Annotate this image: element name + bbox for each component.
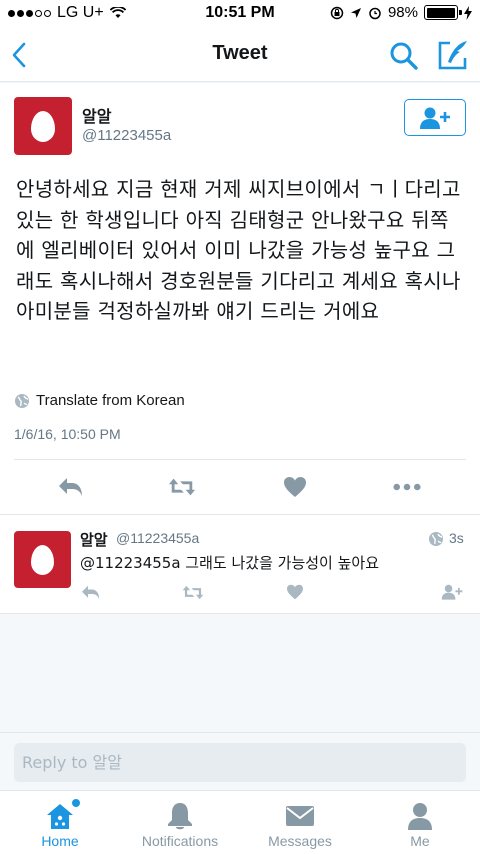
reply-icon — [82, 585, 100, 599]
avatar[interactable] — [14, 531, 71, 588]
reply-input[interactable] — [14, 743, 466, 782]
tweet-actions — [0, 460, 480, 514]
heart-icon — [287, 584, 303, 600]
display-name[interactable]: 알알 — [82, 103, 111, 127]
tweet-text: @11223455a 그래도 나갔을 가능성이 높아요 — [80, 554, 380, 572]
more-icon — [393, 483, 421, 491]
globe-icon — [429, 532, 443, 546]
location-icon — [350, 7, 361, 18]
tab-notifications[interactable]: Notifications — [130, 791, 230, 854]
globe-icon — [15, 393, 29, 408]
follow-button[interactable] — [404, 99, 466, 136]
envelope-icon — [284, 801, 316, 831]
reply-tweet[interactable]: 알알 @11223455a 3s @11223455a 그래도 나갔을 가능성이… — [0, 515, 480, 614]
tab-bar: Home Notifications Messages Me — [0, 790, 480, 854]
egg-icon — [31, 544, 54, 575]
egg-icon — [31, 110, 55, 142]
translate-link[interactable]: Translate from Korean — [14, 392, 185, 409]
tweet-text: 안녕하세요 지금 현재 거제 씨지브이에서 ㄱㅣ다리고 있는 한 학생입니다 아… — [16, 177, 461, 323]
retweet-icon — [168, 478, 196, 496]
nav-bar: Tweet — [0, 28, 480, 82]
user-handle[interactable]: @11223455a — [82, 127, 171, 144]
tab-home[interactable]: Home — [20, 791, 100, 854]
status-bar: LG U+ 10:51 PM 98% — [0, 0, 480, 28]
like-button[interactable] — [284, 583, 306, 601]
translate-label: Translate from Korean — [36, 392, 185, 409]
battery-icon — [424, 5, 462, 20]
avatar[interactable] — [14, 97, 72, 155]
tab-me[interactable]: Me — [380, 791, 460, 854]
retweet-button[interactable] — [168, 474, 196, 500]
bell-icon — [164, 801, 196, 831]
more-button[interactable] — [393, 474, 421, 500]
add-user-icon — [441, 584, 463, 600]
display-name[interactable]: 알알 — [80, 529, 108, 550]
charging-icon — [464, 5, 472, 20]
retweet-button[interactable] — [182, 583, 204, 601]
status-icons: 98% — [330, 4, 472, 21]
tab-label: Me — [410, 833, 430, 849]
alarm-icon — [369, 7, 381, 19]
person-icon — [404, 801, 436, 831]
search-icon — [390, 42, 418, 70]
compose-button[interactable] — [436, 38, 470, 72]
tweet-timestamp: 1/6/16, 10:50 PM — [14, 426, 121, 442]
heart-icon — [284, 477, 306, 497]
tab-label: Home — [41, 833, 79, 849]
search-button[interactable] — [388, 40, 420, 72]
tab-label: Messages — [268, 833, 332, 849]
main-tweet: 알알 @11223455a 안녕하세요 지금 현재 거제 씨지브이에서 ㄱㅣ다리… — [0, 83, 480, 514]
reply-button[interactable] — [80, 583, 102, 601]
battery-percent: 98% — [387, 4, 418, 21]
reply-icon — [59, 478, 82, 496]
tab-label: Notifications — [141, 833, 219, 849]
follow-button[interactable] — [441, 583, 463, 601]
reply-composer — [0, 732, 480, 790]
retweet-icon — [182, 585, 204, 599]
like-button[interactable] — [281, 474, 309, 500]
home-icon — [44, 799, 80, 831]
user-handle[interactable]: @11223455a — [116, 530, 199, 546]
compose-icon — [438, 41, 467, 70]
tweet-age: 3s — [449, 530, 464, 546]
reply-button[interactable] — [57, 474, 85, 500]
add-user-icon — [420, 107, 450, 129]
notification-dot — [72, 799, 80, 807]
tab-messages[interactable]: Messages — [250, 791, 350, 854]
rotation-lock-icon — [330, 6, 344, 19]
